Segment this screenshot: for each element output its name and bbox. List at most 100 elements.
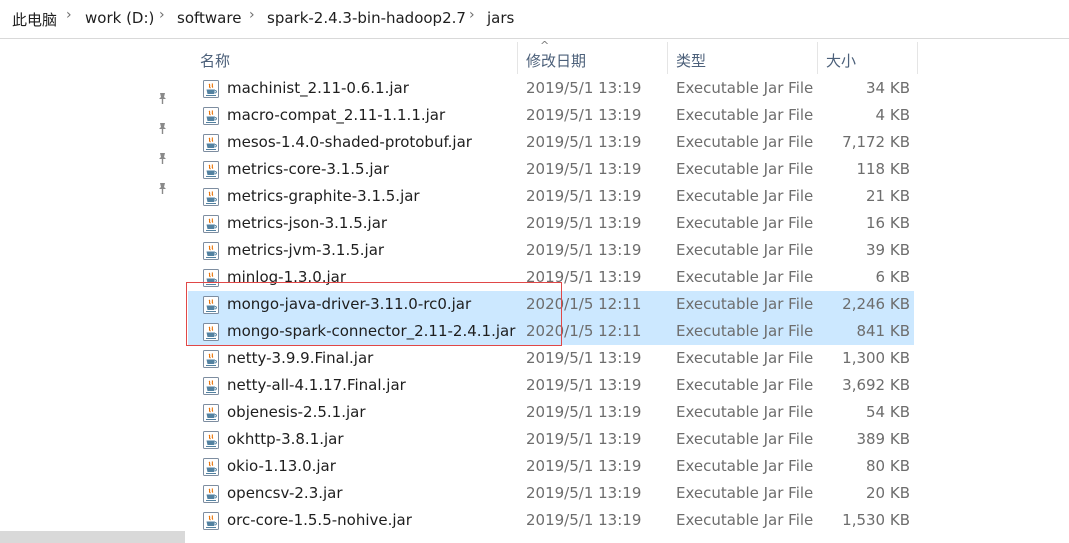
java-jar-icon — [203, 485, 219, 503]
file-list: ^ 名称 修改日期 类型 大小 machinist_2.11-0.6.1.jar… — [188, 39, 1069, 543]
file-name[interactable]: metrics-graphite-3.1.5.jar — [227, 187, 420, 205]
file-size: 80 KB — [866, 457, 910, 475]
breadcrumb-item-drive[interactable]: work (D:) — [85, 9, 154, 27]
pin-icon[interactable] — [156, 181, 170, 195]
file-name[interactable]: macro-compat_2.11-1.1.1.jar — [227, 106, 445, 124]
file-name[interactable]: metrics-core-3.1.5.jar — [227, 160, 389, 178]
file-type: Executable Jar File — [676, 430, 814, 448]
file-name[interactable]: netty-3.9.9.Final.jar — [227, 349, 373, 367]
file-modified-date: 2019/5/1 13:19 — [526, 187, 642, 205]
column-header-size[interactable]: 大小 — [826, 50, 856, 72]
file-type: Executable Jar File — [676, 484, 814, 502]
file-name[interactable]: machinist_2.11-0.6.1.jar — [227, 79, 409, 97]
file-size: 841 KB — [856, 322, 910, 340]
file-row[interactable]: metrics-jvm-3.1.5.jar 2019/5/1 13:19 Exe… — [188, 237, 914, 264]
column-divider[interactable] — [817, 42, 818, 74]
file-size: 16 KB — [866, 214, 910, 232]
file-name[interactable]: mongo-spark-connector_2.11-2.4.1.jar — [227, 322, 515, 340]
navigation-pane — [0, 39, 185, 543]
file-row[interactable]: netty-3.9.9.Final.jar 2019/5/1 13:19 Exe… — [188, 345, 914, 372]
file-row[interactable]: orc-core-1.5.5-nohive.jar 2019/5/1 13:19… — [188, 507, 914, 534]
file-type: Executable Jar File — [676, 295, 814, 313]
breadcrumb-item-spark[interactable]: spark-2.4.3-bin-hadoop2.7 — [267, 9, 466, 27]
file-name[interactable]: okio-1.13.0.jar — [227, 457, 336, 475]
file-modified-date: 2019/5/1 13:19 — [526, 268, 642, 286]
file-row[interactable]: opencsv-2.3.jar 2019/5/1 13:19 Executabl… — [188, 480, 914, 507]
breadcrumb: 此电脑 › work (D:) › software › spark-2.4.3… — [0, 0, 1069, 39]
file-name[interactable]: mesos-1.4.0-shaded-protobuf.jar — [227, 133, 472, 151]
file-row[interactable]: metrics-core-3.1.5.jar 2019/5/1 13:19 Ex… — [188, 156, 914, 183]
file-type: Executable Jar File — [676, 457, 814, 475]
java-jar-icon — [203, 296, 219, 314]
file-type: Executable Jar File — [676, 403, 814, 421]
file-name[interactable]: netty-all-4.1.17.Final.jar — [227, 376, 406, 394]
file-row[interactable]: machinist_2.11-0.6.1.jar 2019/5/1 13:19 … — [188, 75, 914, 102]
file-name[interactable]: orc-core-1.5.5-nohive.jar — [227, 511, 412, 529]
pin-icon[interactable] — [156, 151, 170, 165]
file-modified-date: 2019/5/1 13:19 — [526, 484, 642, 502]
file-row[interactable]: objenesis-2.5.1.jar 2019/5/1 13:19 Execu… — [188, 399, 914, 426]
java-jar-icon — [203, 377, 219, 395]
file-row[interactable]: macro-compat_2.11-1.1.1.jar 2019/5/1 13:… — [188, 102, 914, 129]
file-row[interactable]: netty-all-4.1.17.Final.jar 2019/5/1 13:1… — [188, 372, 914, 399]
breadcrumb-item-software[interactable]: software — [177, 9, 241, 27]
chevron-right-icon[interactable]: › — [159, 7, 165, 23]
file-modified-date: 2020/1/5 12:11 — [526, 295, 642, 313]
java-jar-icon — [203, 323, 219, 341]
file-type: Executable Jar File — [676, 322, 814, 340]
horizontal-scrollbar[interactable] — [0, 531, 185, 543]
java-jar-icon — [203, 107, 219, 125]
java-jar-icon — [203, 512, 219, 530]
file-size: 34 KB — [866, 79, 910, 97]
breadcrumb-item-jars[interactable]: jars — [487, 9, 514, 27]
file-modified-date: 2019/5/1 13:19 — [526, 133, 642, 151]
breadcrumb-item-this-pc[interactable]: 此电脑 — [12, 9, 57, 30]
file-name[interactable]: minlog-1.3.0.jar — [227, 268, 346, 286]
file-row[interactable]: mesos-1.4.0-shaded-protobuf.jar 2019/5/1… — [188, 129, 914, 156]
file-type: Executable Jar File — [676, 160, 814, 178]
file-modified-date: 2019/5/1 13:19 — [526, 349, 642, 367]
column-header-date[interactable]: 修改日期 — [526, 50, 586, 72]
chevron-right-icon[interactable]: › — [469, 7, 475, 23]
file-type: Executable Jar File — [676, 133, 814, 151]
file-name[interactable]: metrics-json-3.1.5.jar — [227, 214, 387, 232]
file-type: Executable Jar File — [676, 187, 814, 205]
file-modified-date: 2019/5/1 13:19 — [526, 403, 642, 421]
java-jar-icon — [203, 215, 219, 233]
file-name[interactable]: objenesis-2.5.1.jar — [227, 403, 366, 421]
chevron-right-icon[interactable]: › — [249, 7, 255, 23]
column-header-type[interactable]: 类型 — [676, 50, 706, 72]
java-jar-icon — [203, 161, 219, 179]
file-row[interactable]: mongo-spark-connector_2.11-2.4.1.jar 202… — [188, 318, 914, 345]
file-row[interactable]: okhttp-3.8.1.jar 2019/5/1 13:19 Executab… — [188, 426, 914, 453]
file-size: 3,692 KB — [842, 376, 910, 394]
pin-icon[interactable] — [156, 91, 170, 105]
file-modified-date: 2019/5/1 13:19 — [526, 430, 642, 448]
java-jar-icon — [203, 242, 219, 260]
file-row[interactable]: okio-1.13.0.jar 2019/5/1 13:19 Executabl… — [188, 453, 914, 480]
column-divider[interactable] — [517, 42, 518, 74]
file-type: Executable Jar File — [676, 511, 814, 529]
column-divider[interactable] — [667, 42, 668, 74]
file-type: Executable Jar File — [676, 79, 814, 97]
file-row[interactable]: metrics-graphite-3.1.5.jar 2019/5/1 13:1… — [188, 183, 914, 210]
file-size: 39 KB — [866, 241, 910, 259]
file-row[interactable]: mongo-java-driver-3.11.0-rc0.jar 2020/1/… — [188, 291, 914, 318]
file-name[interactable]: opencsv-2.3.jar — [227, 484, 343, 502]
pin-icon[interactable] — [156, 121, 170, 135]
column-header-name[interactable]: 名称 — [200, 50, 230, 72]
column-divider[interactable] — [917, 42, 918, 74]
java-jar-icon — [203, 269, 219, 287]
file-size: 54 KB — [866, 403, 910, 421]
file-size: 1,530 KB — [842, 511, 910, 529]
file-name[interactable]: okhttp-3.8.1.jar — [227, 430, 344, 448]
file-size: 4 KB — [875, 106, 910, 124]
file-modified-date: 2019/5/1 13:19 — [526, 79, 642, 97]
java-jar-icon — [203, 188, 219, 206]
file-row[interactable]: metrics-json-3.1.5.jar 2019/5/1 13:19 Ex… — [188, 210, 914, 237]
file-row[interactable]: minlog-1.3.0.jar 2019/5/1 13:19 Executab… — [188, 264, 914, 291]
file-modified-date: 2019/5/1 13:19 — [526, 160, 642, 178]
chevron-right-icon[interactable]: › — [66, 7, 72, 23]
file-name[interactable]: metrics-jvm-3.1.5.jar — [227, 241, 384, 259]
file-name[interactable]: mongo-java-driver-3.11.0-rc0.jar — [227, 295, 471, 313]
